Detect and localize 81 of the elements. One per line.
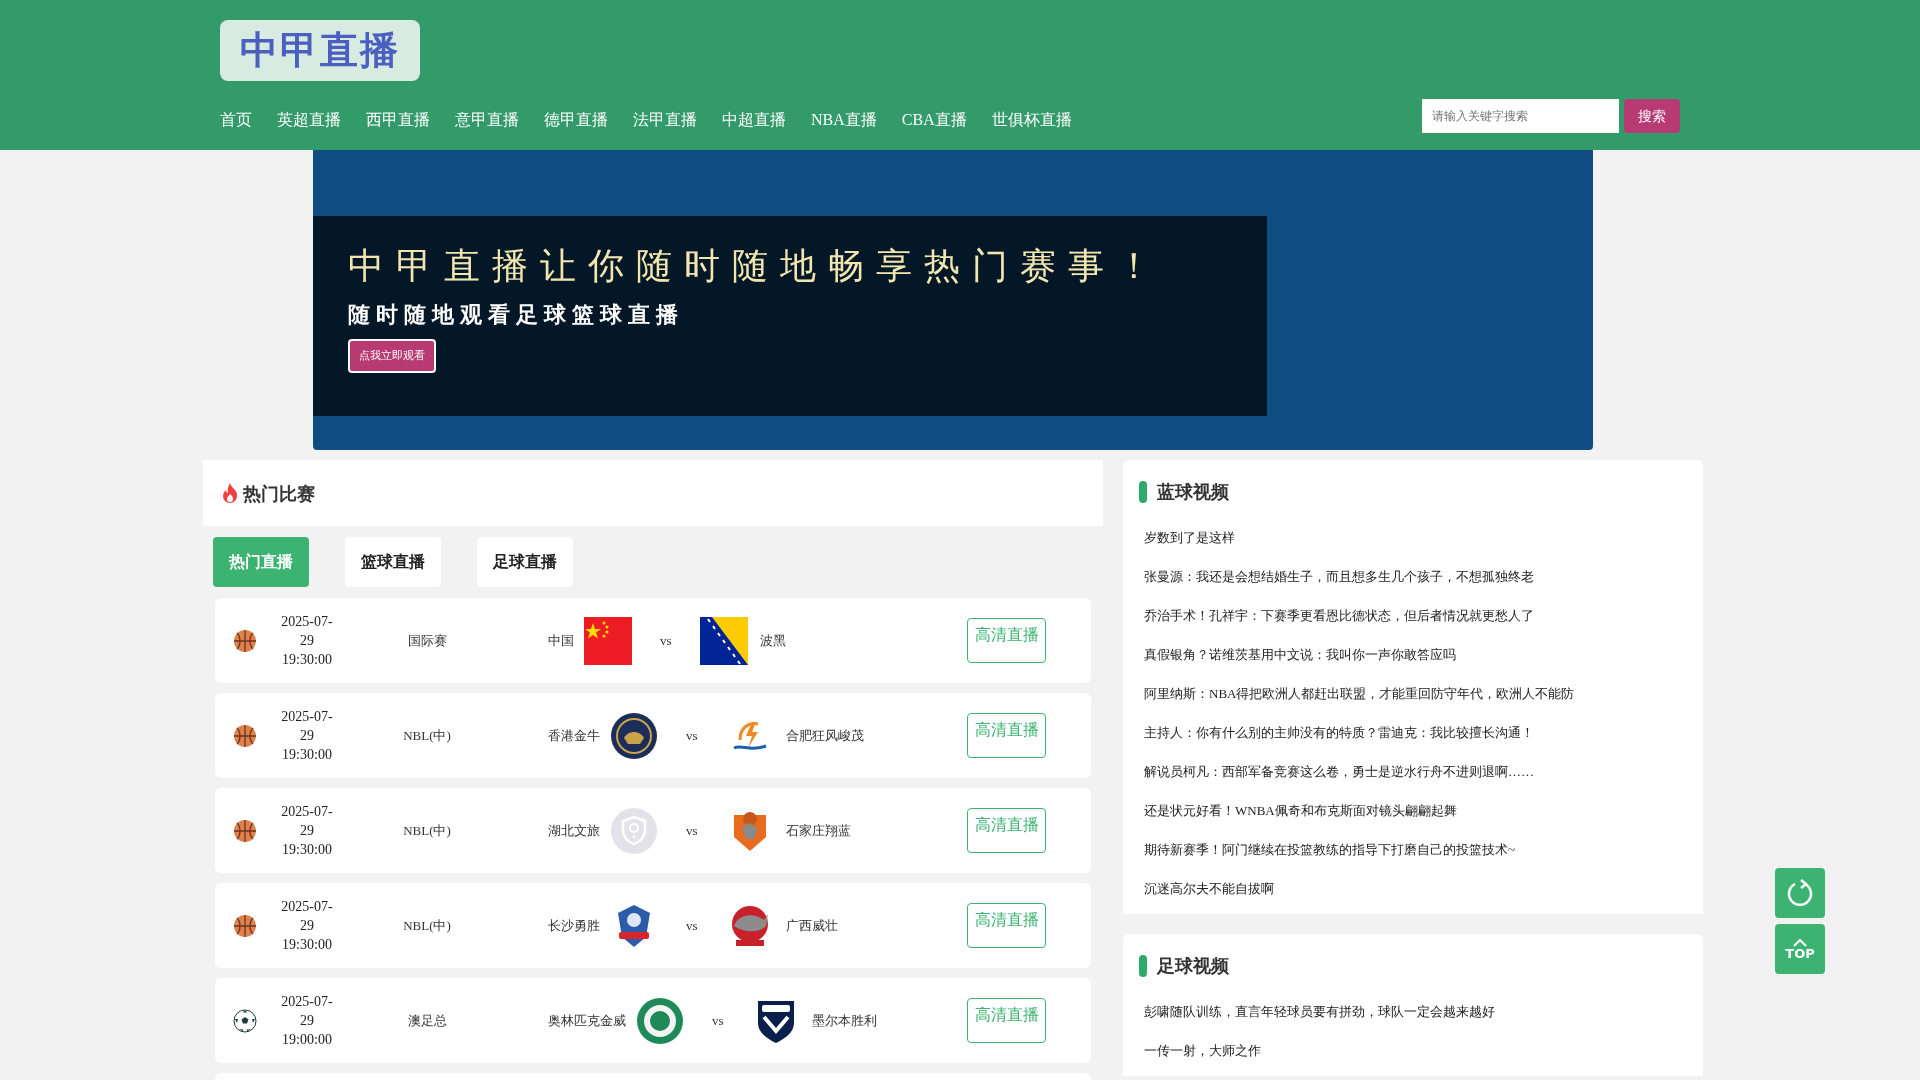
video-link[interactable]: 解说员柯凡：西部军备竞赛这么卷，勇士是逆水行舟不进则退啊…… xyxy=(1123,752,1703,791)
live-stream-button[interactable]: 高清直播 xyxy=(967,808,1046,853)
league-name: NBL(中) xyxy=(403,916,451,935)
nav-link[interactable]: CBA直播 xyxy=(901,108,967,132)
basketball-icon xyxy=(233,723,257,748)
league-name: NBL(中) xyxy=(403,821,451,840)
video-link[interactable]: 彭啸随队训练，直言年轻球员要有拼劲，球队一定会越来越好 xyxy=(1123,992,1703,1031)
refresh-icon xyxy=(1785,878,1815,908)
tab[interactable]: 热门直播 xyxy=(213,537,309,587)
banner-subtitle: 随时随地观看足球篮球直播 xyxy=(348,300,685,329)
basketball-icon xyxy=(233,818,257,843)
team-name: 石家庄翔蓝 xyxy=(785,821,851,840)
match-time: 2025-07- 29 19:30:00 xyxy=(280,613,334,669)
nav-link[interactable]: 西甲直播 xyxy=(366,108,430,132)
accent-bar xyxy=(1139,954,1147,977)
refresh-button[interactable] xyxy=(1775,868,1825,918)
video-link[interactable]: 还是状元好看！WNBA佩奇和布克斯面对镜头翩翩起舞 xyxy=(1123,791,1703,830)
team-name: 墨尔本胜利 xyxy=(811,1011,877,1030)
accent-bar xyxy=(1139,480,1147,503)
video-link[interactable]: 张曼源：我还是会想结婚生子，而且想多生几个孩子，不想孤独终老 xyxy=(1123,557,1703,596)
search-button[interactable]: 搜索 xyxy=(1624,99,1680,133)
versus-label: vs xyxy=(686,726,698,745)
versus-label: vs xyxy=(660,631,672,650)
flag-icon xyxy=(584,616,632,665)
panel-title: 蓝球视频 xyxy=(1157,480,1229,504)
flame-icon xyxy=(220,482,240,504)
video-link[interactable]: 乔治手术！孔祥宇：下赛季更看恩比德状态，但后者情况就更愁人了 xyxy=(1123,596,1703,635)
placeholder-shield-icon xyxy=(610,806,658,855)
tab[interactable]: 足球直播 xyxy=(477,537,573,587)
team-name: 湖北文旅 xyxy=(548,821,600,840)
basketball-icon xyxy=(233,628,257,653)
nav-link[interactable]: 世俱杯直播 xyxy=(991,108,1072,132)
match-time: 2025-07- 29 19:30:00 xyxy=(280,898,334,954)
video-link[interactable]: 真假银角？诺维茨基用中文说：我叫你一声你敢答应吗 xyxy=(1123,635,1703,674)
team-name: 奥林匹克金威 xyxy=(548,1011,626,1030)
nav-link[interactable]: NBA直播 xyxy=(811,108,877,132)
video-link[interactable]: 岁数到了是这样 xyxy=(1123,518,1703,557)
live-stream-button[interactable]: 高清直播 xyxy=(967,998,1046,1043)
match-time: 2025-07- 29 19:00:00 xyxy=(280,993,334,1049)
video-link[interactable]: 主持人：你有什么别的主帅没有的特质？雷迪克：我比较擅长沟通！ xyxy=(1123,713,1703,752)
team-crest-icon xyxy=(636,996,684,1045)
team-name: 波黑 xyxy=(759,631,786,650)
match-time: 2025-07- 29 19:30:00 xyxy=(280,803,334,859)
nav-link[interactable]: 英超直播 xyxy=(277,108,341,132)
team-name: 中国 xyxy=(548,631,574,650)
nav-link[interactable]: 德甲直播 xyxy=(544,108,608,132)
team-name: 香港金牛 xyxy=(548,726,600,745)
back-to-top-button[interactable]: TOP xyxy=(1775,924,1825,974)
team-name: 合肥狂风峻茂 xyxy=(785,726,864,745)
video-link[interactable]: 阿里纳斯：NBA得把欧洲人都赶出联盟，才能重回防守年代，欧洲人不能防 xyxy=(1123,674,1703,713)
versus-label: vs xyxy=(712,1011,724,1030)
nav-link[interactable]: 意甲直播 xyxy=(455,108,519,132)
watch-now-button[interactable]: 点我立即观看 xyxy=(348,338,436,374)
video-link[interactable]: 一传一射，大师之作 xyxy=(1123,1031,1703,1070)
video-link[interactable]: 沉迷高尔夫不能自拔啊 xyxy=(1123,869,1703,908)
match-time: 2025-07- 29 19:30:00 xyxy=(280,708,334,764)
league-name: 澳足总 xyxy=(407,1011,447,1030)
versus-label: vs xyxy=(686,916,698,935)
live-stream-button[interactable]: 高清直播 xyxy=(967,618,1046,663)
banner-title: 中甲直播让你随时随地畅享热门赛事！ xyxy=(348,246,1165,286)
search-field[interactable]: 请输入关键字搜索 xyxy=(1422,99,1619,133)
panel-title: 足球视频 xyxy=(1157,954,1229,978)
tab[interactable]: 篮球直播 xyxy=(345,537,441,587)
live-stream-button[interactable]: 高清直播 xyxy=(967,903,1046,948)
nav-link[interactable]: 首页 xyxy=(220,108,252,132)
nav-link[interactable]: 中超直播 xyxy=(722,108,786,132)
team-crest-icon xyxy=(610,711,658,760)
section-title: 热门比赛 xyxy=(243,481,315,506)
soccer-ball-icon xyxy=(233,1008,257,1033)
versus-label: vs xyxy=(686,821,698,840)
league-name: 国际赛 xyxy=(407,631,447,650)
chevron-up-icon xyxy=(1793,938,1807,947)
site-logo[interactable]: 中甲直播 xyxy=(220,20,420,81)
league-name: NBL(中) xyxy=(403,726,451,745)
nav-link[interactable]: 法甲直播 xyxy=(633,108,697,132)
video-link[interactable]: 期待新赛季！阿门继续在投篮教练的指导下打磨自己的投篮技术~ xyxy=(1123,830,1703,869)
live-stream-button[interactable]: 高清直播 xyxy=(967,713,1046,758)
team-name: 长沙勇胜 xyxy=(548,916,600,935)
basketball-icon xyxy=(233,913,257,938)
flag-icon xyxy=(699,616,748,665)
team-name: 广西威壮 xyxy=(785,916,838,935)
